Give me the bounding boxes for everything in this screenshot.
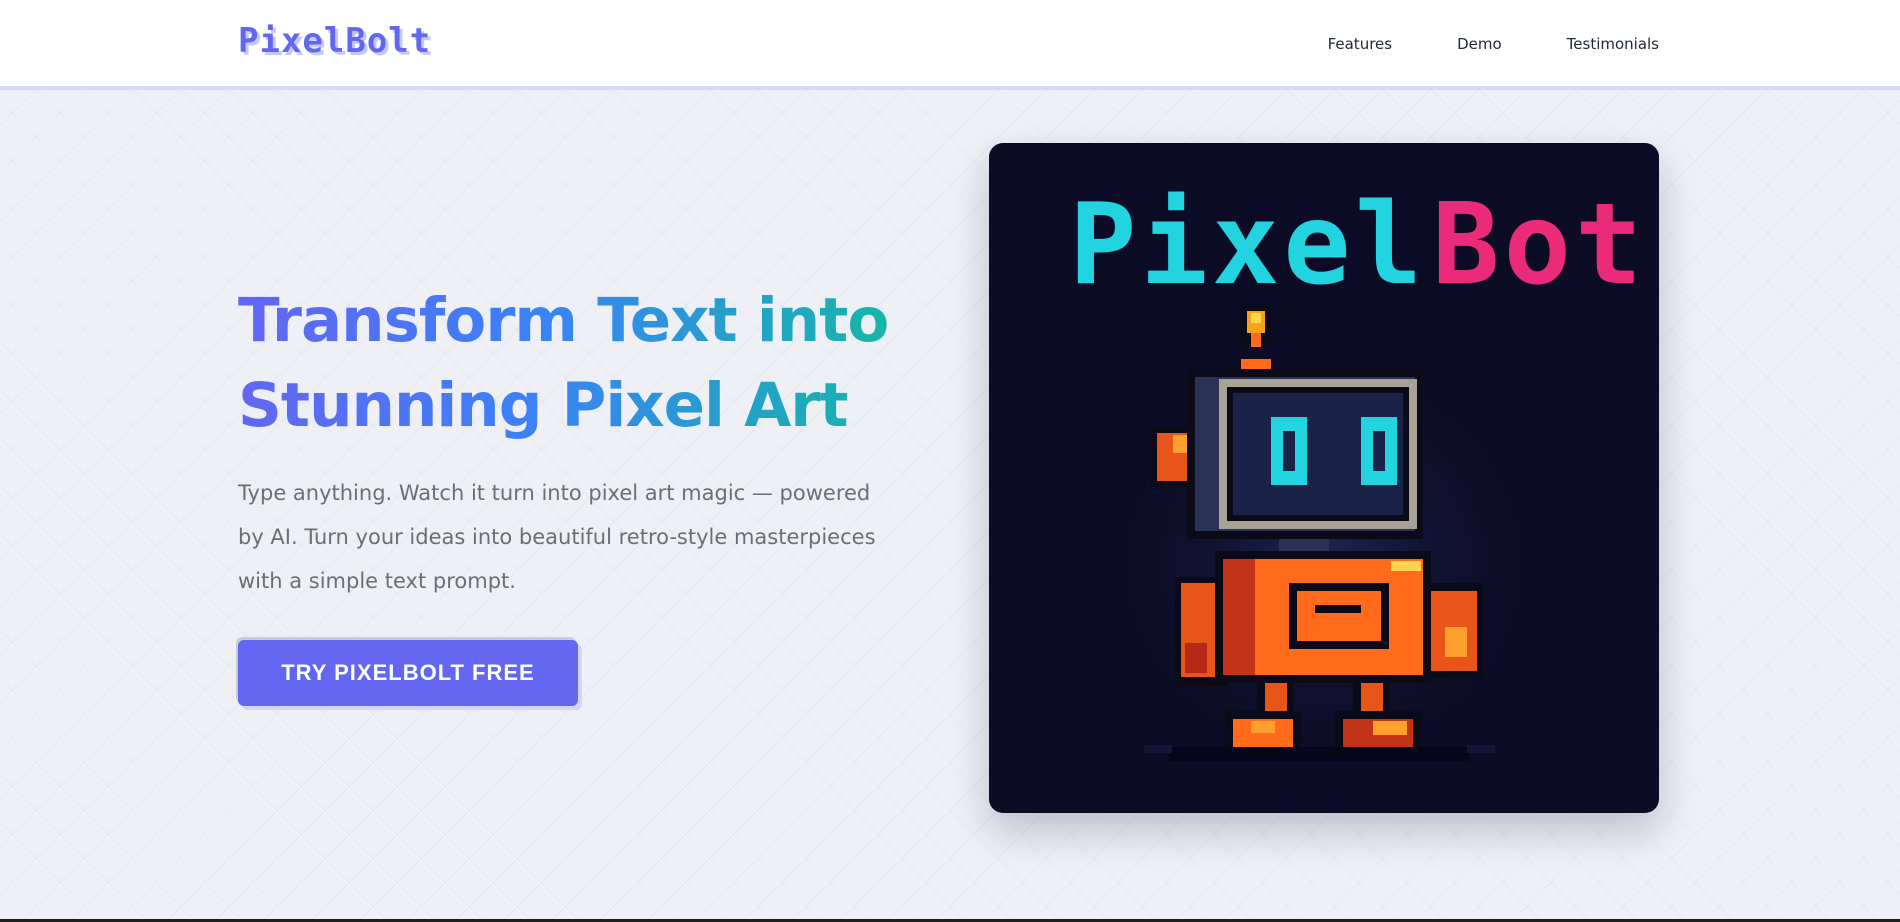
antenna-stem <box>1251 333 1261 347</box>
right-foot-highlight <box>1373 721 1407 735</box>
hero-title-line-1: Transform Text into <box>238 285 889 356</box>
neck <box>1279 539 1329 551</box>
nav-link-features[interactable]: Features <box>1328 30 1393 58</box>
left-eye-pupil <box>1283 431 1295 471</box>
right-eye-pupil <box>1373 431 1385 471</box>
ground-shadow <box>1169 747 1469 761</box>
ground-shadow-right <box>1467 745 1495 753</box>
pixel-robot-illustration: Pixel Bot <box>1069 180 1646 783</box>
showcase-word-bot: Bot <box>1432 180 1646 310</box>
site-header: PixelBolt PixelBolt Features Demo Testim… <box>0 0 1900 90</box>
chest-slot <box>1315 605 1361 613</box>
hero-description: Type anything. Watch it turn into pixel … <box>238 481 876 593</box>
left-hand <box>1185 643 1207 673</box>
brand-logo-wordmark: PixelBolt PixelBolt <box>238 22 433 62</box>
pixel-art-showcase: Pixel Bot <box>989 143 1659 813</box>
hero-title-line-2: Stunning Pixel Art <box>238 370 848 441</box>
page: PixelBolt PixelBolt Features Demo Testim… <box>0 0 1900 919</box>
try-free-button[interactable]: TRY PIXELBOLT FREE <box>238 640 578 706</box>
body-shadow <box>1223 559 1255 675</box>
antenna-highlight <box>1251 313 1261 323</box>
antenna-base <box>1241 359 1271 369</box>
chest-panel <box>1297 591 1381 641</box>
showcase-word-pixel: Pixel <box>1069 180 1426 310</box>
brand-logo[interactable]: PixelBolt PixelBolt <box>238 22 498 62</box>
main-nav: Features Demo Testimonials <box>1328 30 1659 58</box>
left-ear-highlight <box>1173 435 1189 453</box>
nav-link-demo[interactable]: Demo <box>1457 30 1502 58</box>
brand-name: PixelBolt <box>238 22 431 61</box>
ground-shadow-left <box>1144 745 1172 753</box>
showcase-title: Pixel Bot <box>1069 180 1646 310</box>
left-foot-highlight <box>1251 721 1275 733</box>
body-highlight <box>1391 561 1421 571</box>
hero-title: Transform Text into Stunning Pixel Art <box>238 278 898 448</box>
right-hand <box>1445 627 1467 657</box>
nav-link-testimonials[interactable]: Testimonials <box>1567 30 1659 58</box>
